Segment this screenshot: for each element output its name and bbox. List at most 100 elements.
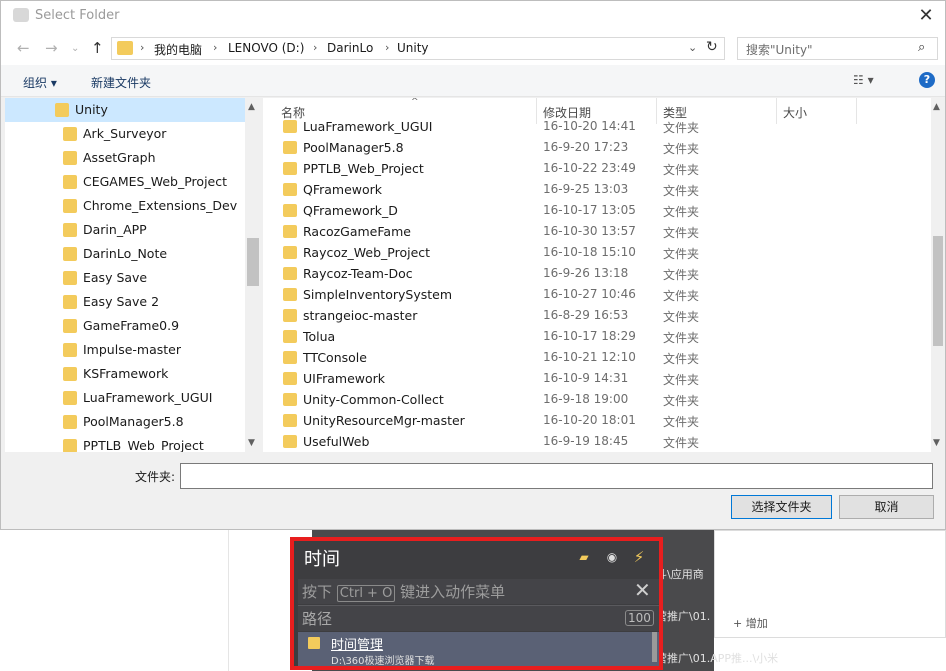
file-row[interactable]: RacozGameFame 16-10-30 13:57 文件夹 bbox=[263, 221, 929, 242]
help-icon[interactable]: ? bbox=[919, 72, 935, 88]
forward-arrow-icon[interactable]: → bbox=[45, 39, 58, 57]
launcher-query-title[interactable]: 时间 bbox=[304, 545, 340, 571]
file-type: 文件夹 bbox=[663, 331, 700, 345]
organize-menu[interactable]: 组织 ▾ bbox=[23, 74, 57, 91]
folder-icon bbox=[283, 120, 297, 133]
scrollbar-thumb[interactable] bbox=[933, 236, 943, 346]
nav-tree-label: CEGAMES_Web_Project bbox=[83, 174, 228, 189]
back-arrow-icon[interactable]: ← bbox=[17, 39, 30, 57]
file-row[interactable]: SimpleInventorySystem 16-10-27 10:46 文件夹 bbox=[263, 284, 929, 305]
file-row[interactable]: LuaFramework_UGUI 16-10-20 14:41 文件夹 bbox=[263, 116, 929, 137]
scroll-down-icon[interactable]: ▼ bbox=[933, 438, 940, 448]
nav-tree-item[interactable]: Chrome_Extensions_Dev bbox=[5, 194, 245, 218]
folder-icon bbox=[117, 41, 133, 55]
folder-open-icon[interactable]: ▰ bbox=[576, 549, 592, 565]
launcher-scrollbar[interactable] bbox=[652, 632, 657, 662]
address-bar[interactable]: › 我的电脑 › LENOVO (D:) › DarinLo › Unity ⌄… bbox=[111, 37, 725, 60]
chevron-right-icon[interactable]: › bbox=[140, 41, 144, 54]
up-arrow-icon[interactable]: ↑ bbox=[91, 39, 104, 57]
nav-tree-item[interactable]: Easy Save bbox=[5, 266, 245, 290]
file-modified-date: 16-10-30 13:57 bbox=[543, 224, 636, 238]
file-modified-date: 16-10-21 12:10 bbox=[543, 350, 636, 364]
file-row[interactable]: TTConsole 16-10-21 12:10 文件夹 bbox=[263, 347, 929, 368]
nav-tree-item[interactable]: AssetGraph bbox=[5, 146, 245, 170]
file-row[interactable]: UsefulWeb 16-9-19 18:45 文件夹 bbox=[263, 431, 929, 452]
folder-icon bbox=[63, 415, 77, 429]
select-folder-button[interactable]: 选择文件夹 bbox=[731, 495, 832, 519]
file-row[interactable]: strangeioc-master 16-8-29 16:53 文件夹 bbox=[263, 305, 929, 326]
nav-tree-item[interactable]: PPTLB_Web_Project bbox=[5, 434, 245, 452]
file-list-scrollbar[interactable]: ▲ ▼ bbox=[931, 98, 945, 452]
file-row[interactable]: Raycoz_Web_Project 16-10-18 15:10 文件夹 bbox=[263, 242, 929, 263]
lightning-icon[interactable]: ⚡ bbox=[631, 549, 647, 565]
background-add-link[interactable]: + 增加 bbox=[733, 615, 768, 631]
clock-icon[interactable]: ◉ bbox=[604, 549, 620, 565]
folder-icon bbox=[283, 225, 297, 238]
scrollbar-thumb[interactable] bbox=[247, 238, 259, 286]
folder-icon bbox=[63, 367, 77, 381]
file-row[interactable]: Unity-Common-Collect 16-9-18 19:00 文件夹 bbox=[263, 389, 929, 410]
path-label: 路径 bbox=[302, 610, 333, 628]
file-row[interactable]: QFramework 16-9-25 13:03 文件夹 bbox=[263, 179, 929, 200]
file-type: 文件夹 bbox=[663, 310, 700, 324]
nav-tree-item[interactable]: Impulse-master bbox=[5, 338, 245, 362]
nav-tree-item[interactable]: Ark_Surveyor bbox=[5, 122, 245, 146]
cancel-button[interactable]: 取消 bbox=[839, 495, 934, 519]
result-path: D:\360极速浏览器下载 bbox=[331, 656, 435, 667]
chevron-right-icon[interactable]: › bbox=[385, 41, 389, 54]
file-modified-date: 16-9-20 17:23 bbox=[543, 140, 629, 154]
scroll-up-icon[interactable]: ▲ bbox=[248, 102, 255, 112]
launcher-result-item[interactable]: 时间管理 D:\360极速浏览器下载 bbox=[298, 632, 659, 667]
breadcrumb-item[interactable]: 我的电脑 bbox=[154, 41, 202, 58]
file-modified-date: 16-9-26 13:18 bbox=[543, 266, 629, 280]
file-modified-date: 16-10-9 14:31 bbox=[543, 371, 629, 385]
file-name: Tolua bbox=[303, 329, 336, 344]
breadcrumb-item[interactable]: Unity bbox=[397, 41, 429, 55]
file-row[interactable]: PoolManager5.8 16-9-20 17:23 文件夹 bbox=[263, 137, 929, 158]
folder-icon bbox=[63, 199, 77, 213]
chevron-right-icon[interactable]: › bbox=[213, 41, 217, 54]
nav-tree-item-unity[interactable]: Unity bbox=[5, 98, 245, 122]
scroll-down-icon[interactable]: ▼ bbox=[248, 438, 255, 448]
nav-tree-item[interactable]: DarinLo_Note bbox=[5, 242, 245, 266]
nav-tree-label: LuaFramework_UGUI bbox=[83, 390, 213, 405]
nav-tree-item[interactable]: Easy Save 2 bbox=[5, 290, 245, 314]
search-box[interactable]: 搜索"Unity" ⌕ bbox=[737, 37, 938, 60]
nav-tree-item[interactable]: LuaFramework_UGUI bbox=[5, 386, 245, 410]
file-type: 文件夹 bbox=[663, 205, 700, 219]
chevron-down-icon[interactable]: ⌄ bbox=[688, 41, 697, 54]
chevron-right-icon[interactable]: › bbox=[313, 41, 317, 54]
breadcrumb-item[interactable]: LENOVO (D:) bbox=[228, 41, 304, 55]
file-name: UsefulWeb bbox=[303, 434, 370, 449]
nav-tree-label: Easy Save 2 bbox=[83, 294, 160, 309]
nav-tree-item[interactable]: CEGAMES_Web_Project bbox=[5, 170, 245, 194]
nav-tree-item[interactable]: KSFramework bbox=[5, 362, 245, 386]
nav-tree-item[interactable]: PoolManager5.8 bbox=[5, 410, 245, 434]
background-text-3: 营推广\01.APP推...\小米 bbox=[656, 652, 779, 665]
nav-tree-item[interactable]: Darin_APP bbox=[5, 218, 245, 242]
file-row[interactable]: PPTLB_Web_Project 16-10-22 23:49 文件夹 bbox=[263, 158, 929, 179]
file-row[interactable]: QFramework_D 16-10-17 13:05 文件夹 bbox=[263, 200, 929, 221]
close-icon[interactable]: ✕ bbox=[634, 578, 651, 602]
file-name: LuaFramework_UGUI bbox=[303, 119, 433, 134]
file-name: QFramework_D bbox=[303, 203, 398, 218]
refresh-icon[interactable]: ↻ bbox=[706, 39, 718, 55]
file-row[interactable]: UnityResourceMgr-master 16-10-20 18:01 文件夹 bbox=[263, 410, 929, 431]
scroll-up-icon[interactable]: ▲ bbox=[933, 102, 940, 112]
nav-pane-scrollbar[interactable]: ▲ ▼ bbox=[245, 98, 261, 452]
folder-icon bbox=[283, 162, 297, 175]
close-button[interactable]: ✕ bbox=[913, 4, 939, 28]
nav-tree-item[interactable]: GameFrame0.9 bbox=[5, 314, 245, 338]
view-options-icon[interactable]: ☷ ▾ bbox=[853, 73, 874, 87]
file-row[interactable]: Tolua 16-10-17 18:29 文件夹 bbox=[263, 326, 929, 347]
file-row[interactable]: Raycoz-Team-Doc 16-9-26 13:18 文件夹 bbox=[263, 263, 929, 284]
file-type: 文件夹 bbox=[663, 184, 700, 198]
nav-tree-label: KSFramework bbox=[83, 366, 169, 381]
breadcrumb-item[interactable]: DarinLo bbox=[327, 41, 373, 55]
file-row[interactable]: UIFramework 16-10-9 14:31 文件夹 bbox=[263, 368, 929, 389]
folder-name-input[interactable] bbox=[180, 463, 933, 489]
folder-icon bbox=[63, 223, 77, 237]
search-icon[interactable]: ⌕ bbox=[918, 40, 925, 55]
recent-chevron-icon[interactable]: ⌄ bbox=[71, 43, 79, 54]
new-folder-button[interactable]: 新建文件夹 bbox=[91, 74, 151, 91]
